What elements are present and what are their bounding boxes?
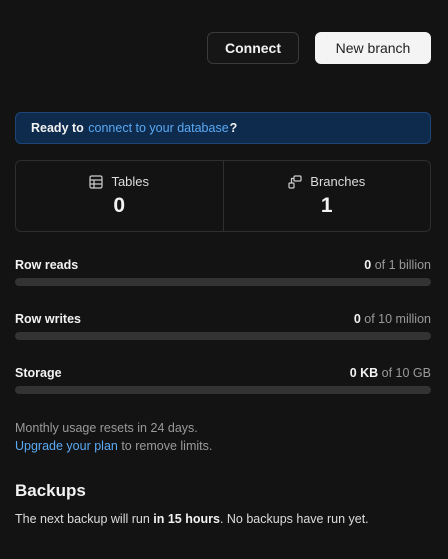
tables-stat: Tables 0 (16, 161, 223, 231)
row-writes-usage: Row writes 0 of 10 million (15, 312, 431, 340)
row-writes-amount: 0 of 10 million (354, 312, 431, 326)
storage-used: 0 KB (349, 366, 379, 380)
storage-usage: Storage 0 KB of 10 GB (15, 366, 431, 394)
row-reads-label: Row reads (15, 258, 79, 272)
row-writes-limit: of 10 million (360, 312, 431, 326)
branches-count: 1 (320, 194, 333, 217)
banner-suffix: ? (229, 121, 238, 135)
row-reads-usage: Row reads 0 of 1 billion (15, 258, 431, 286)
row-reads-progress-bar (15, 278, 431, 286)
row-writes-progress-bar (15, 332, 431, 340)
backups-text-prefix: The next backup will run (15, 512, 154, 526)
connect-button[interactable]: Connect (207, 32, 299, 64)
storage-progress-bar (15, 386, 431, 394)
new-branch-button[interactable]: New branch (315, 32, 431, 64)
upgrade-line: Upgrade your plan to remove limits. (15, 437, 212, 455)
backups-text-suffix: . No backups have run yet. (219, 512, 369, 526)
branches-label: Branches (310, 174, 366, 189)
row-writes-label: Row writes (15, 312, 81, 326)
connect-database-link[interactable]: connect to your database (88, 121, 228, 135)
branches-stat: Branches 1 (222, 161, 431, 231)
connect-banner: Ready to connect to your database ? (15, 112, 431, 144)
backups-next-time: in 15 hours (153, 512, 220, 526)
row-writes-used: 0 (353, 312, 361, 326)
tables-stat-label: Tables (89, 174, 149, 189)
branch-icon (288, 174, 302, 189)
storage-limit: of 10 GB (378, 366, 431, 380)
storage-amount: 0 KB of 10 GB (350, 366, 431, 380)
storage-label: Storage (15, 366, 62, 380)
tables-label: Tables (111, 174, 150, 189)
table-icon (89, 174, 104, 189)
stats-panel: Tables 0 Branches 1 (15, 160, 431, 232)
backups-status: The next backup will run in 15 hours. No… (15, 512, 369, 526)
toolbar: Connect New branch (207, 32, 431, 64)
tables-count: 0 (113, 194, 126, 217)
banner-prefix: Ready to (31, 121, 88, 135)
upgrade-plan-link[interactable]: Upgrade your plan (15, 439, 118, 453)
branches-stat-label: Branches (288, 174, 365, 189)
backups-heading: Backups (15, 481, 86, 500)
row-reads-limit: of 1 billion (371, 258, 431, 272)
reset-text: Monthly usage resets in 24 days. (15, 421, 198, 435)
row-reads-amount: 0 of 1 billion (364, 258, 431, 272)
upgrade-suffix: to remove limits. (117, 439, 213, 453)
usage-reset-note: Monthly usage resets in 24 days. Upgrade… (15, 419, 212, 455)
